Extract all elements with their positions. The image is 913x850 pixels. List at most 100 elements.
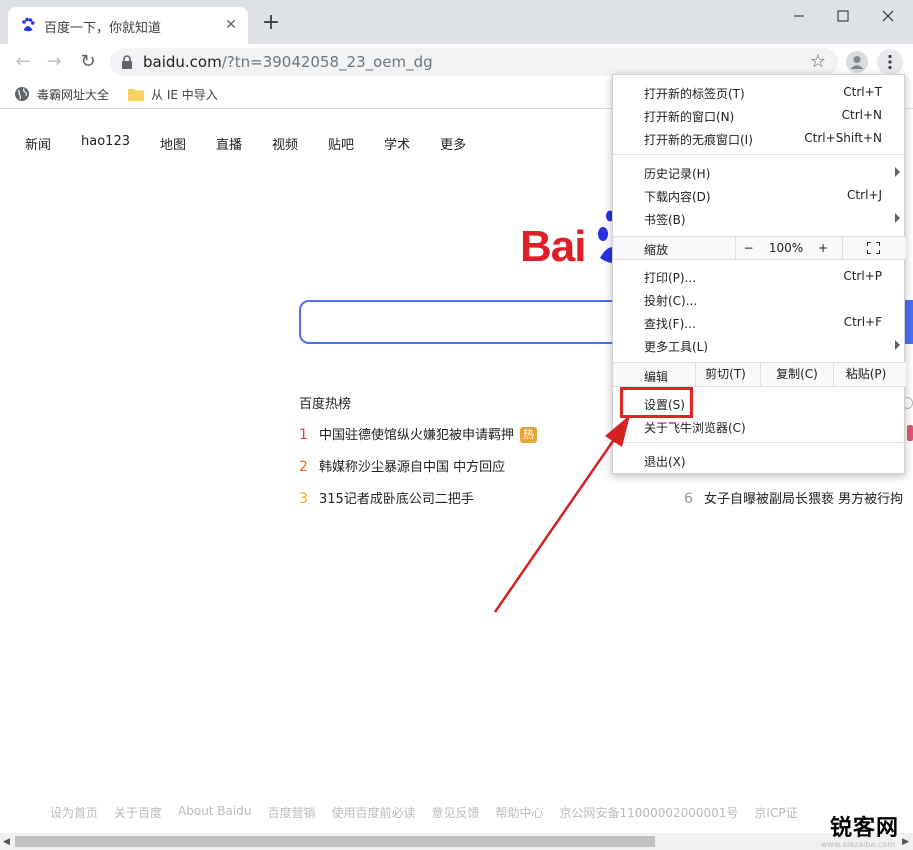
hot-rank: 1 [299, 427, 308, 443]
zoom-in-button[interactable]: + [811, 237, 835, 259]
copy-button[interactable]: 复制(C) [760, 363, 833, 386]
footer-link[interactable]: 京公网安备11000002000001号 [560, 804, 739, 821]
edit-label: 编辑 [644, 370, 669, 384]
tab-title: 百度一下，你就知道 [44, 21, 162, 36]
watermark-url: www.xiazaiba.com [820, 840, 895, 849]
menu-item-label: 打开新的窗口(N) [644, 110, 735, 124]
nav-link-xueshu[interactable]: 学术 [384, 134, 410, 153]
reload-icon[interactable]: ↻ [76, 50, 100, 74]
nav-link-news[interactable]: 新闻 [25, 134, 51, 153]
menu-item-shortcut: Ctrl+F [843, 315, 882, 329]
menu-item-label: 书签(B) [644, 213, 686, 227]
menu-separator [613, 442, 906, 443]
zoom-level: 100% [768, 241, 804, 255]
globe-icon [15, 87, 29, 101]
menu-item-label: 历史记录(H) [644, 167, 711, 181]
footer-link[interactable]: 意见反馈 [432, 804, 480, 821]
menu-item-history[interactable]: 历史记录(H) [613, 161, 906, 184]
tab-strip: 百度一下，你就知道 ✕ + [0, 0, 913, 44]
hot-text: 女子自曝被副局长猥亵 男方被行拘 [704, 492, 904, 507]
menu-item-label: 退出(X) [644, 455, 686, 469]
menu-item-more-tools[interactable]: 更多工具(L) [613, 334, 906, 357]
hot-text: 315记者成卧底公司二把手 [319, 492, 474, 507]
nav-link-video[interactable]: 视频 [272, 134, 298, 153]
menu-item-label: 下载内容(D) [644, 190, 711, 204]
menu-item-label: 打开新的标签页(T) [644, 87, 745, 101]
nav-link-more[interactable]: 更多 [440, 134, 466, 153]
address-bar[interactable]: baidu.com/?tn=39042058_23_oem_dg ☆ [110, 48, 838, 76]
menu-item-label: 更多工具(L) [644, 340, 709, 354]
window-close-icon[interactable] [873, 5, 903, 27]
menu-item-print[interactable]: 打印(P)... Ctrl+P [613, 265, 906, 288]
menu-item-shortcut: Ctrl+T [843, 85, 882, 99]
watermark-text: 锐客网 [829, 816, 899, 841]
back-arrow-icon[interactable]: ← [11, 50, 35, 74]
menu-item-label: 打开新的无痕窗口(I) [644, 133, 753, 147]
nav-link-tieba[interactable]: 贴吧 [328, 134, 354, 153]
url-domain: baidu.com [143, 53, 222, 71]
menu-item-about[interactable]: 关于飞牛浏览器(C) [613, 415, 906, 438]
tab-close-icon[interactable]: ✕ [222, 16, 240, 34]
submenu-arrow-icon [895, 213, 900, 223]
submenu-arrow-icon [895, 167, 900, 177]
new-tab-button[interactable]: + [260, 12, 282, 35]
hot-rank: 6 [684, 491, 693, 507]
url-text[interactable]: baidu.com/?tn=39042058_23_oem_dg [143, 53, 433, 71]
nav-link-map[interactable]: 地图 [160, 134, 186, 153]
maximize-icon[interactable] [828, 5, 858, 27]
fullscreen-button[interactable] [842, 237, 906, 259]
baidu-paw-icon [22, 17, 35, 32]
zoom-out-button[interactable]: − [735, 237, 761, 259]
menu-item-new-tab[interactable]: 打开新的标签页(T) Ctrl+T [613, 81, 906, 104]
hot-text: 中国驻德使馆纵火嫌犯被申请羁押 [319, 428, 515, 443]
browser-tab[interactable]: 百度一下，你就知道 ✕ [8, 7, 248, 44]
menu-item-shortcut: Ctrl+N [841, 108, 882, 122]
bookmark-item[interactable]: 从 IE 中导入 [128, 85, 218, 103]
zoom-label: 缩放 [644, 243, 669, 257]
menu-item-cast[interactable]: 投射(C)... [613, 288, 906, 311]
nav-link-hao123[interactable]: hao123 [81, 134, 130, 153]
footer-link[interactable]: 使用百度前必读 [331, 804, 415, 821]
menu-item-label: 投射(C)... [644, 294, 698, 308]
menu-item-bookmarks[interactable]: 书签(B) [613, 207, 906, 230]
hot-rank: 3 [299, 491, 308, 507]
more-menu-icon[interactable] [877, 49, 903, 75]
menu-item-incognito[interactable]: 打开新的无痕窗口(I) Ctrl+Shift+N [613, 127, 906, 150]
highlight-box [620, 387, 693, 418]
bookmark-star-icon[interactable]: ☆ [808, 52, 828, 72]
footer-link[interactable]: 关于百度 [114, 804, 162, 821]
edit-row: 编辑 剪切(T) 复制(C) 粘贴(P) [613, 362, 906, 387]
scrollbar-thumb[interactable] [15, 836, 655, 847]
menu-item-find[interactable]: 查找(F)... Ctrl+F [613, 311, 906, 334]
menu-item-new-window[interactable]: 打开新的窗口(N) Ctrl+N [613, 104, 906, 127]
footer-link[interactable]: 设为首页 [50, 804, 98, 821]
hot-list-item[interactable]: 6 女子自曝被副局长猥亵 男方被行拘 [684, 488, 903, 507]
submenu-arrow-icon [895, 340, 900, 350]
profile-avatar-icon[interactable] [846, 51, 868, 73]
menu-item-exit[interactable]: 退出(X) [613, 449, 906, 472]
baidu-logo[interactable]: Bai [520, 210, 628, 282]
url-query: /?tn=39042058_23_oem_dg [221, 53, 433, 71]
footer-link[interactable]: About Baidu [178, 804, 251, 821]
lock-icon [122, 55, 132, 69]
menu-item-downloads[interactable]: 下载内容(D) Ctrl+J [613, 184, 906, 207]
scroll-left-icon[interactable]: ◀ [3, 837, 10, 847]
minimize-icon[interactable] [784, 5, 814, 27]
hot-list-item[interactable]: 2 韩媒称沙尘暴源自中国 中方回应 [299, 456, 505, 476]
cut-button[interactable]: 剪切(T) [695, 363, 755, 386]
hot-list-item[interactable]: 3 315记者成卧底公司二把手 [299, 488, 474, 508]
hot-list-title: 百度热榜 [299, 397, 352, 412]
footer-link[interactable]: 百度营销 [267, 804, 315, 821]
nav-link-live[interactable]: 直播 [216, 134, 242, 153]
zoom-row: 缩放 − 100% + [613, 236, 906, 260]
hot-rank: 2 [299, 459, 308, 475]
footer-link[interactable]: 帮助中心 [496, 804, 544, 821]
horizontal-scrollbar[interactable]: ◀ ▶ [0, 833, 913, 850]
top-nav: 新闻 hao123 地图 直播 视频 贴吧 学术 更多 [25, 134, 496, 153]
hot-badge-partial [907, 425, 913, 441]
bookmark-item[interactable]: 毒霸网址大全 [14, 85, 109, 103]
forward-arrow-icon[interactable]: → [42, 50, 66, 74]
menu-item-shortcut: Ctrl+P [843, 269, 882, 283]
hot-list-item[interactable]: 1 中国驻德使馆纵火嫌犯被申请羁押热 [299, 424, 538, 444]
paste-button[interactable]: 粘贴(P) [833, 363, 898, 386]
